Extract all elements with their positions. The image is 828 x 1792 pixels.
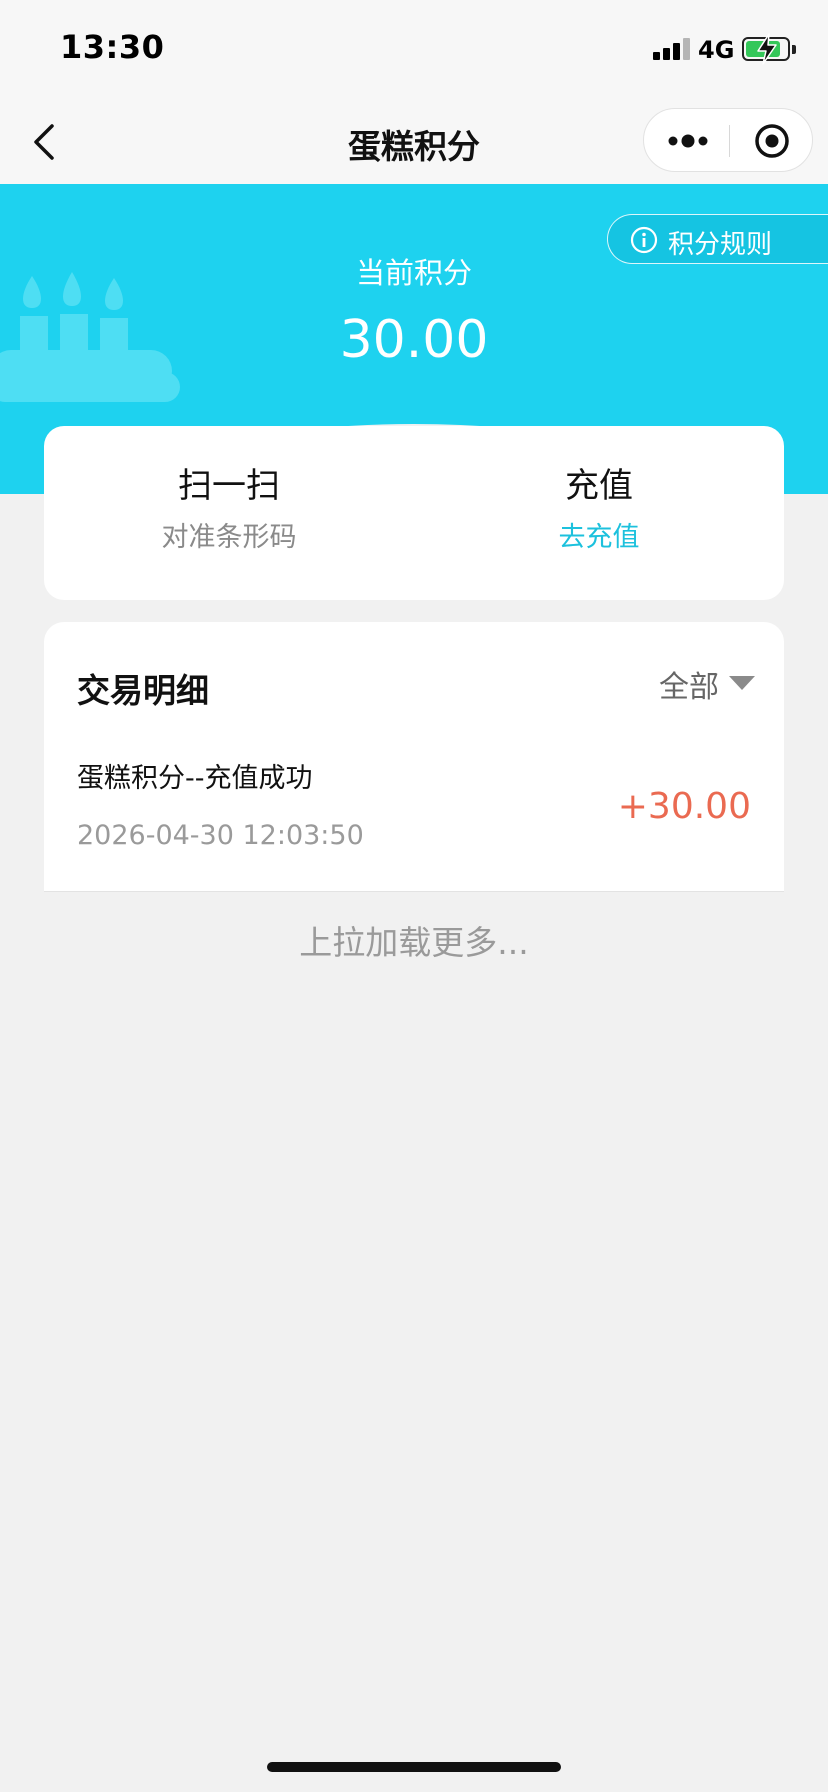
points-rules-button[interactable]: 积分规则 bbox=[607, 214, 828, 264]
battery-tip bbox=[792, 45, 796, 54]
charging-bolt-icon bbox=[757, 33, 777, 65]
recharge-link[interactable]: 去充值 bbox=[414, 520, 784, 556]
network-label: 4G bbox=[698, 36, 735, 64]
transaction-description: 蛋糕积分--充值成功 bbox=[77, 763, 313, 794]
transaction-amount: +30.00 bbox=[617, 786, 751, 827]
filter-label: 全部 bbox=[659, 670, 719, 705]
signal-icon bbox=[653, 38, 691, 60]
points-page: 13:30 4G 蛋糕积分 当前积分 30.00 积分规则 扫一扫 对准条形码 … bbox=[0, 0, 828, 1792]
status-bar: 13:30 4G bbox=[0, 0, 828, 100]
load-more-hint: 上拉加载更多... bbox=[299, 923, 529, 962]
scan-title: 扫一扫 bbox=[178, 466, 280, 506]
transaction-item[interactable]: 蛋糕积分--充值成功 2026-04-30 12:03:50 +30.00 bbox=[44, 752, 784, 892]
transaction-time: 2026-04-30 12:03:50 bbox=[77, 820, 364, 851]
status-time: 13:30 bbox=[60, 28, 165, 66]
capsule-divider bbox=[729, 125, 730, 157]
nav-bar: 蛋糕积分 bbox=[0, 100, 828, 184]
points-rules-label: 积分规则 bbox=[668, 230, 773, 260]
caret-down-icon bbox=[729, 676, 755, 690]
mini-program-capsule bbox=[643, 108, 813, 172]
scan-subtitle: 对准条形码 bbox=[161, 522, 297, 553]
home-indicator bbox=[267, 1762, 561, 1772]
info-icon bbox=[630, 226, 658, 254]
transaction-list: 交易明细 全部 蛋糕积分--充值成功 2026-04-30 12:03:50 +… bbox=[44, 622, 784, 892]
transaction-title: 交易明细 bbox=[77, 671, 209, 710]
target-icon[interactable] bbox=[754, 123, 790, 159]
recharge-title: 充值 bbox=[565, 466, 633, 506]
recharge-button[interactable]: 充值 去充值 bbox=[414, 464, 784, 556]
scan-button[interactable]: 扫一扫 对准条形码 bbox=[44, 464, 414, 556]
more-dots-icon[interactable] bbox=[666, 131, 710, 151]
action-card: 扫一扫 对准条形码 充值 去充值 bbox=[44, 426, 784, 600]
current-points-value: 30.00 bbox=[339, 310, 489, 370]
